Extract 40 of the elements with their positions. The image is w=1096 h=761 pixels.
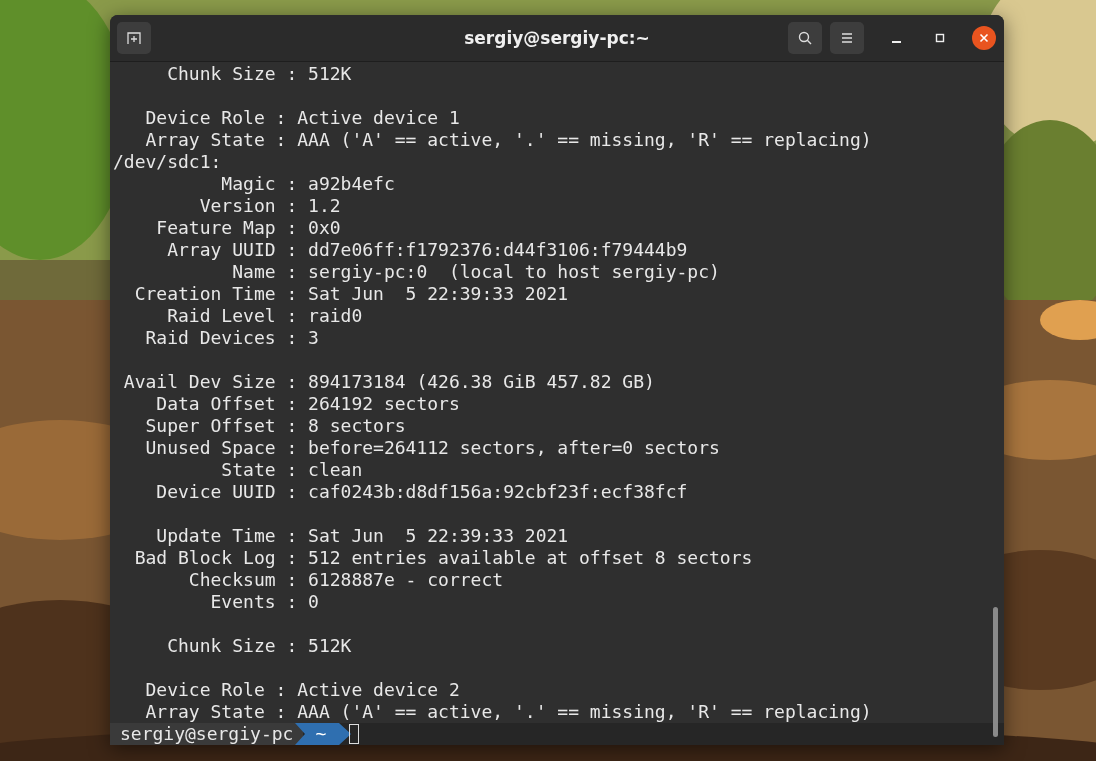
terminal-line: Avail Dev Size : 894173184 (426.38 GiB 457.82 GB) (122, 371, 655, 393)
terminal-line: Device UUID : caf0243b:d8df156a:92cbf23f:ecf38fcf (155, 481, 688, 503)
menu-button[interactable] (830, 22, 864, 54)
terminal-line: Creation Time : Sat Jun 5 22:39:33 2021 (133, 283, 569, 305)
terminal-line: Device Role : Active device 2 (144, 679, 460, 701)
menu-icon (840, 32, 854, 44)
scrollbar[interactable] (993, 607, 998, 737)
text-cursor (349, 724, 360, 744)
terminal-line: Version : 1.2 (198, 195, 341, 217)
prompt-user-host: sergiy@sergiy-pc (110, 723, 304, 745)
terminal-line: State : clean (220, 459, 363, 481)
terminal-line: Feature Map : 0x0 (155, 217, 341, 239)
new-tab-button[interactable] (117, 22, 151, 54)
terminal-line: Bad Block Log : 512 entries available at offset 8 sectors (133, 547, 753, 569)
terminal-line: /dev/sdc1: (113, 151, 222, 173)
maximize-icon (934, 32, 946, 44)
terminal-line: Chunk Size : 512K (166, 635, 352, 657)
terminal-line: Array State : AAA ('A' == active, '.' == missing, 'R' == replacing) (144, 129, 872, 151)
terminal-line: Unused Space : before=264112 sectors, after=0 sectors (144, 437, 720, 459)
search-button[interactable] (788, 22, 822, 54)
terminal-line: Events : 0 (209, 591, 319, 613)
terminal-line: Array State : AAA ('A' == active, '.' == missing, 'R' == replacing) (144, 701, 872, 723)
terminal-line: Super Offset : 8 sectors (144, 415, 406, 437)
terminal-line: Device Role : Active device 1 (144, 107, 460, 129)
terminal-line: Raid Level : raid0 (166, 305, 363, 327)
close-button[interactable] (972, 26, 996, 50)
terminal-line: Chunk Size : 512K (166, 63, 352, 85)
close-icon (978, 32, 990, 44)
search-icon (797, 30, 813, 46)
terminal-line: Data Offset : 264192 sectors (155, 393, 460, 415)
terminal-line: Magic : a92b4efc (220, 173, 395, 195)
terminal-line: Checksum : 6128887e - correct (187, 569, 504, 591)
prompt-directory: ~ (315, 723, 328, 745)
terminal-line: Array UUID : dd7e06ff:f1792376:d44f3106:f79444b9 (166, 239, 688, 261)
terminal-line: Raid Devices : 3 (144, 327, 319, 349)
terminal-line: Update Time : Sat Jun 5 22:39:33 2021 (155, 525, 569, 547)
terminal-line: Name : sergiy-pc:0 (local to host sergiy-pc) (231, 261, 720, 283)
minimize-icon (891, 41, 901, 43)
window-title: sergiy@sergiy-pc:~ (464, 28, 650, 48)
new-tab-icon (126, 30, 142, 46)
